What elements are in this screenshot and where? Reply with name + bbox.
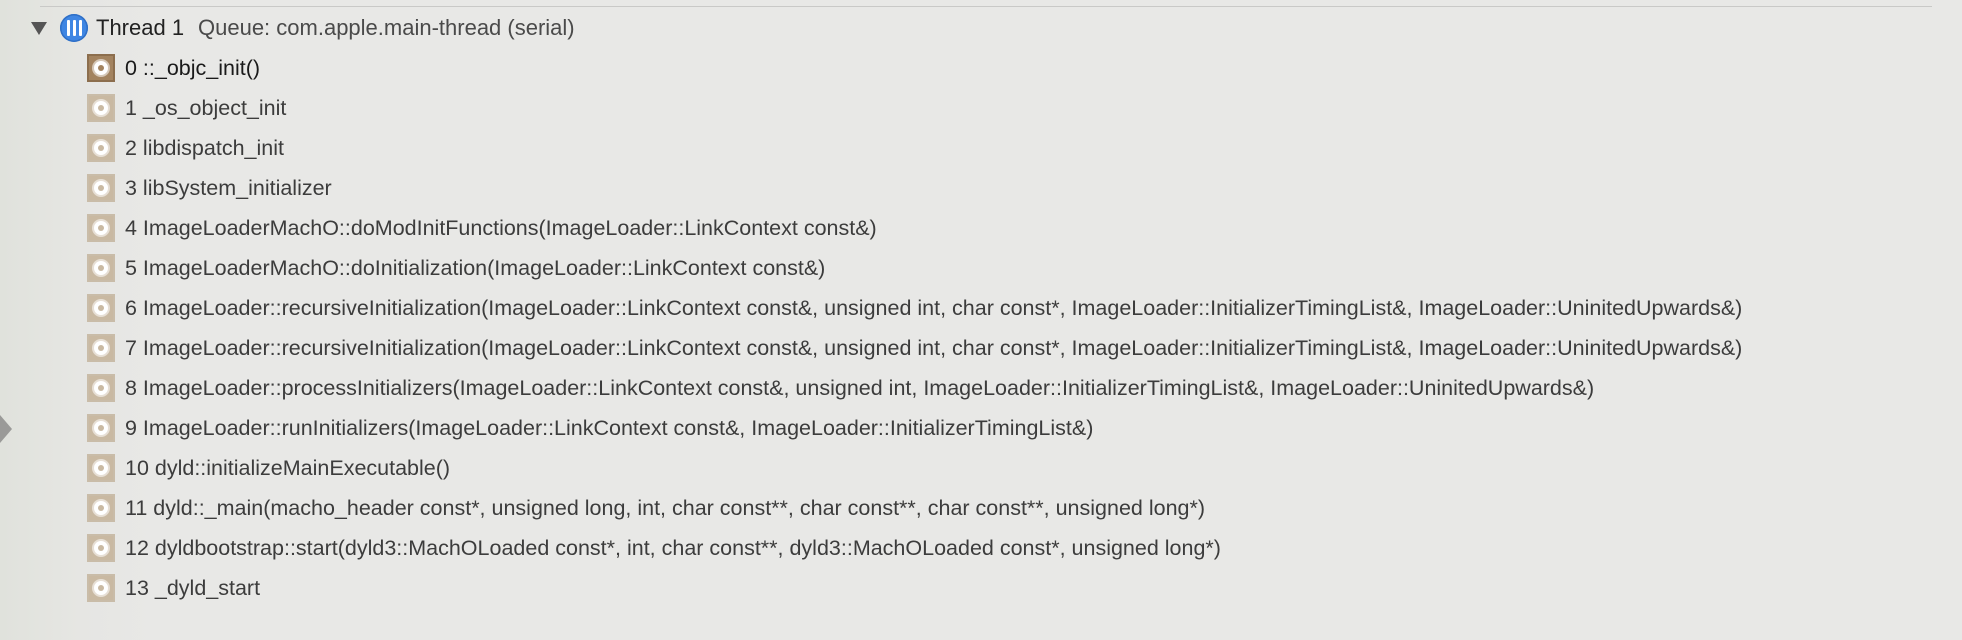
- stack-frame-row[interactable]: 3 libSystem_initializer: [0, 172, 1962, 212]
- gear-icon: [87, 374, 115, 402]
- stack-frame-row[interactable]: 6 ImageLoader::recursiveInitialization(I…: [0, 292, 1962, 332]
- thread-title: Thread 1: [96, 15, 185, 40]
- gear-icon: [87, 254, 115, 282]
- gear-icon: [87, 334, 115, 362]
- stack-frame-row[interactable]: 4 ImageLoaderMachO::doModInitFunctions(I…: [0, 212, 1962, 252]
- gear-icon: [87, 54, 115, 82]
- gear-icon: [87, 454, 115, 482]
- gear-icon: [87, 214, 115, 242]
- stack-frame-label: 11 dyld::_main(macho_header const*, unsi…: [125, 496, 1206, 520]
- gear-icon: [87, 94, 115, 122]
- gear-icon: [87, 494, 115, 522]
- stack-frame-label: 12 dyldbootstrap::start(dyld3::MachOLoad…: [125, 536, 1221, 560]
- stack-frame-label: 2 libdispatch_init: [125, 136, 284, 160]
- stack-frame-label: 5 ImageLoaderMachO::doInitialization(Ima…: [125, 256, 826, 280]
- stack-frame-label: 9 ImageLoader::runInitializers(ImageLoad…: [125, 416, 1094, 440]
- gear-icon: [87, 294, 115, 322]
- stack-frame-row[interactable]: 1 _os_object_init: [0, 92, 1962, 132]
- instruction-pointer-marker-icon: [0, 415, 12, 443]
- stack-frame-list: 0 ::_objc_init()1 _os_object_init2 libdi…: [0, 52, 1962, 612]
- stack-frame-label: 3 libSystem_initializer: [125, 176, 332, 200]
- stack-frame-row[interactable]: 8 ImageLoader::processInitializers(Image…: [0, 372, 1962, 412]
- divider: [40, 6, 1932, 7]
- stack-frame-row[interactable]: 2 libdispatch_init: [0, 132, 1962, 172]
- stack-frame-label: 0 ::_objc_init(): [125, 56, 261, 80]
- stack-frame-label: 13 _dyld_start: [125, 576, 261, 600]
- stack-frame-row[interactable]: 7 ImageLoader::recursiveInitialization(I…: [0, 332, 1962, 372]
- stack-frame-row[interactable]: 13 _dyld_start: [0, 572, 1962, 612]
- disclosure-triangle-down-icon[interactable]: [31, 22, 47, 35]
- stack-frame-label: 10 dyld::initializeMainExecutable(): [125, 456, 451, 480]
- stack-frame-label: 4 ImageLoaderMachO::doModInitFunctions(I…: [125, 216, 877, 240]
- gear-icon: [87, 414, 115, 442]
- gear-icon: [87, 534, 115, 562]
- thread-queue-label: Queue: com.apple.main-thread (serial): [198, 15, 575, 40]
- thread-icon: [60, 14, 88, 42]
- stack-frame-row[interactable]: 9 ImageLoader::runInitializers(ImageLoad…: [0, 412, 1962, 452]
- stack-frame-row[interactable]: 10 dyld::initializeMainExecutable(): [0, 452, 1962, 492]
- thread-row[interactable]: Thread 1 Queue: com.apple.main-thread (s…: [0, 12, 1962, 46]
- gear-icon: [87, 134, 115, 162]
- stack-frame-row[interactable]: 12 dyldbootstrap::start(dyld3::MachOLoad…: [0, 532, 1962, 572]
- stack-frame-row[interactable]: 5 ImageLoaderMachO::doInitialization(Ima…: [0, 252, 1962, 292]
- stack-frame-row[interactable]: 11 dyld::_main(macho_header const*, unsi…: [0, 492, 1962, 532]
- gear-icon: [87, 574, 115, 602]
- debug-navigator-panel: Thread 1 Queue: com.apple.main-thread (s…: [0, 0, 1962, 640]
- stack-frame-label: 6 ImageLoader::recursiveInitialization(I…: [125, 296, 1743, 320]
- stack-frame-label: 7 ImageLoader::recursiveInitialization(I…: [125, 336, 1743, 360]
- gear-icon: [87, 174, 115, 202]
- stack-frame-label: 8 ImageLoader::processInitializers(Image…: [125, 376, 1595, 400]
- stack-frame-row[interactable]: 0 ::_objc_init(): [0, 52, 1962, 92]
- stack-frame-label: 1 _os_object_init: [125, 96, 287, 120]
